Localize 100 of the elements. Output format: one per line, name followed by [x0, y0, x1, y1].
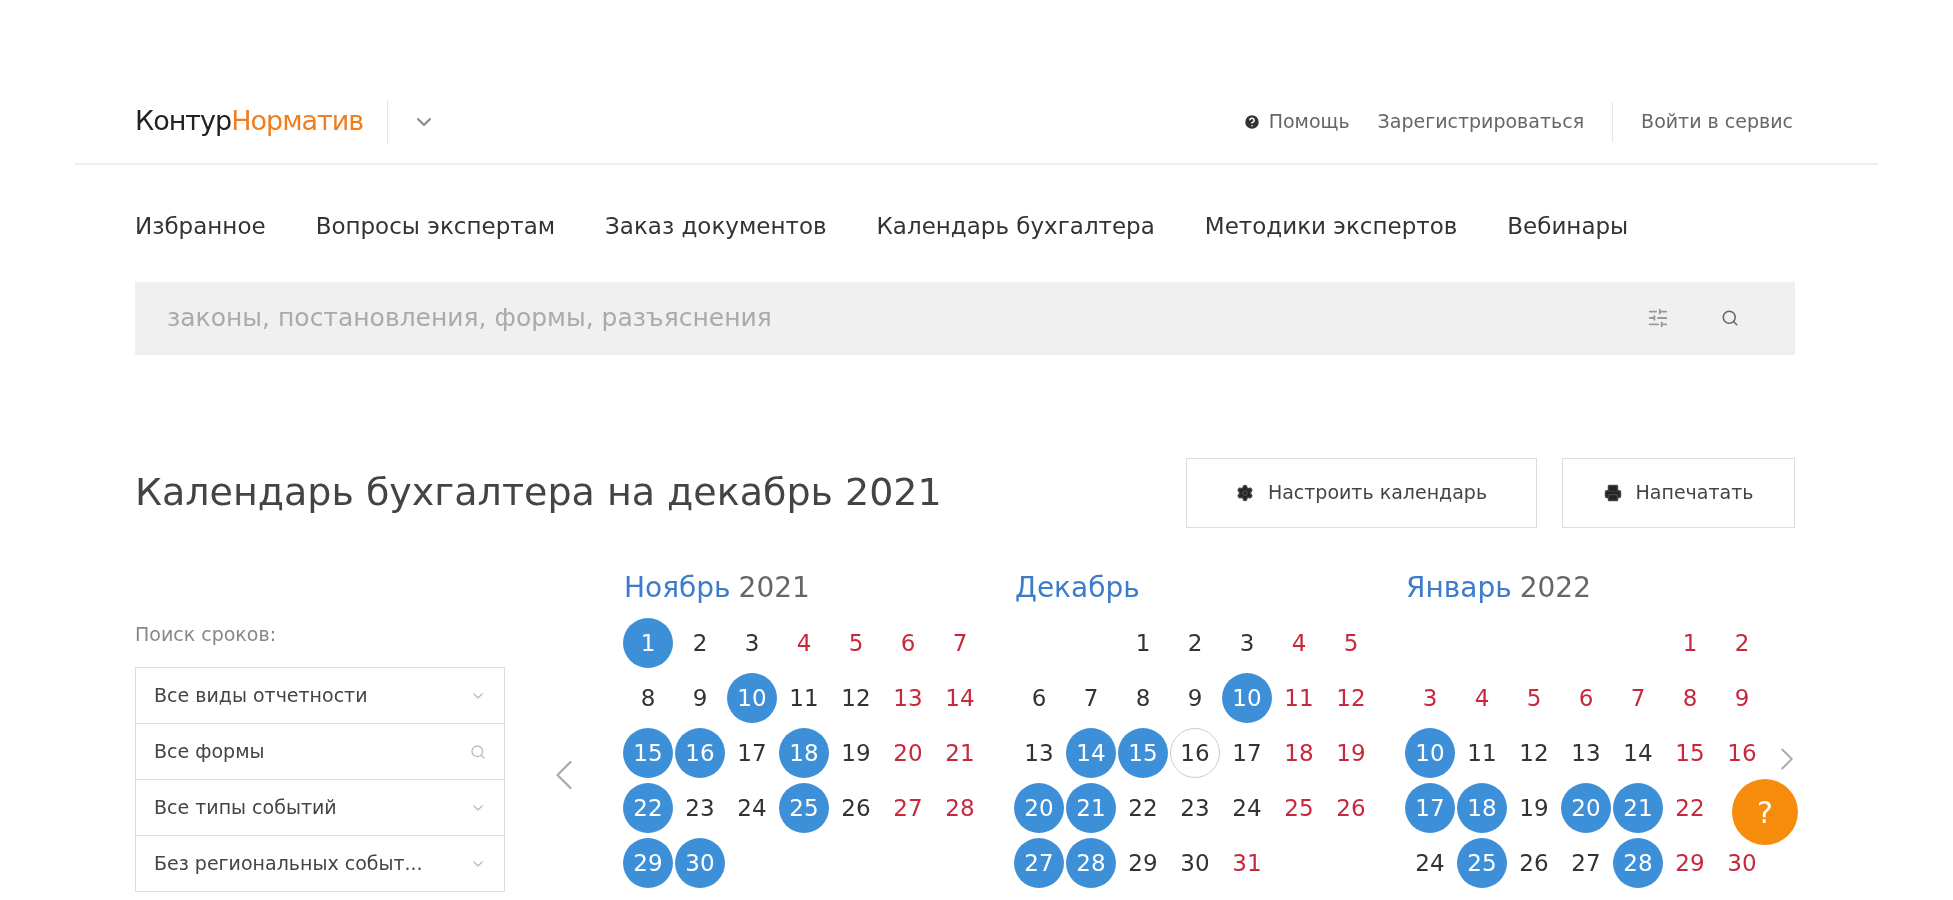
calendar-day[interactable]: 22	[1675, 794, 1705, 822]
calendar-day[interactable]: 26	[1519, 849, 1549, 877]
calendar-day[interactable]: 8	[1135, 684, 1151, 712]
calendar-day[interactable]: 11	[1284, 684, 1314, 712]
calendar-day[interactable]: 8	[1682, 684, 1698, 712]
calendar-day[interactable]: 4	[1291, 629, 1307, 657]
filter-icon[interactable]	[1647, 307, 1669, 329]
calendar-day[interactable]: 30	[1727, 849, 1757, 877]
calendar-day[interactable]: 21	[1613, 783, 1663, 833]
nav-link[interactable]: Календарь бухгалтера	[876, 209, 1155, 244]
calendar-day[interactable]: 9	[1187, 684, 1203, 712]
form-search-field[interactable]: Все формы	[135, 723, 505, 780]
help-link[interactable]: Помощь	[1242, 107, 1350, 136]
logo-text[interactable]: Контур	[135, 101, 232, 142]
calendar-day[interactable]: 25	[779, 783, 829, 833]
calendar-day[interactable]: 10	[727, 673, 777, 723]
calendar-day[interactable]: 1	[623, 618, 673, 668]
calendar-day[interactable]: 20	[1561, 783, 1611, 833]
calendar-day[interactable]: 28	[945, 794, 975, 822]
calendar-day[interactable]: 29	[1675, 849, 1705, 877]
calendar-day[interactable]: 9	[1734, 684, 1750, 712]
calendar-day[interactable]: 10	[1405, 728, 1455, 778]
calendar-day[interactable]: 1	[1135, 629, 1151, 657]
calendar-day[interactable]: 4	[796, 629, 812, 657]
calendar-day[interactable]: 3	[744, 629, 760, 657]
calendar-day[interactable]: 20	[893, 739, 923, 767]
print-button[interactable]: Напечатать	[1562, 457, 1795, 528]
calendar-day[interactable]: 13	[1024, 739, 1054, 767]
calendar-day[interactable]: 18	[1284, 739, 1314, 767]
calendar-day[interactable]: 16	[675, 728, 725, 778]
calendar-day[interactable]: 8	[640, 684, 656, 712]
nav-link[interactable]: Заказ документов	[605, 209, 827, 244]
calendar-day[interactable]: 6	[1031, 684, 1047, 712]
calendar-day[interactable]: 6	[900, 629, 916, 657]
calendar-day[interactable]: 12	[1336, 684, 1366, 712]
calendar-day[interactable]: 30	[1180, 849, 1210, 877]
calendar-day[interactable]: 22	[1128, 794, 1158, 822]
calendar-day[interactable]: 7	[952, 629, 968, 657]
calendar-day[interactable]: 29	[1128, 849, 1158, 877]
calendar-day[interactable]: 18	[779, 728, 829, 778]
calendar-day[interactable]: 13	[1571, 739, 1601, 767]
calendar-day[interactable]: 5	[1526, 684, 1542, 712]
calendar-day[interactable]: 19	[1519, 794, 1549, 822]
calendar-day[interactable]: 17	[737, 739, 767, 767]
calendar-day[interactable]: 19	[1336, 739, 1366, 767]
calendar-day[interactable]: 12	[841, 684, 871, 712]
calendar-day[interactable]: 12	[1519, 739, 1549, 767]
calendar-day[interactable]: 3	[1422, 684, 1438, 712]
calendar-day[interactable]: 20	[1014, 783, 1064, 833]
calendar-day[interactable]: 15	[1675, 739, 1705, 767]
calendar-day[interactable]: 23	[685, 794, 715, 822]
search-icon[interactable]	[1721, 309, 1739, 327]
calendar-day[interactable]: 4	[1474, 684, 1490, 712]
calendar-day[interactable]: 5	[1343, 629, 1359, 657]
month-name[interactable]: Декабрь	[1015, 567, 1140, 608]
calendar-day[interactable]: 31	[1232, 849, 1262, 877]
calendar-day[interactable]: 18	[1457, 783, 1507, 833]
calendar-settings-button[interactable]: Настроить календарь	[1186, 457, 1537, 528]
calendar-day[interactable]: 26	[841, 794, 871, 822]
register-link[interactable]: Зарегистрироваться	[1377, 107, 1585, 136]
calendar-day[interactable]: 19	[841, 739, 871, 767]
calendar-day[interactable]: 7	[1630, 684, 1646, 712]
calendar-day[interactable]: 14	[945, 684, 975, 712]
calendar-day[interactable]: 15	[623, 728, 673, 778]
calendar-day[interactable]: 25	[1457, 838, 1507, 888]
calendar-day[interactable]: 26	[1336, 794, 1366, 822]
dropdown[interactable]: Без региональных событ...	[135, 835, 505, 892]
calendar-day[interactable]: 2	[692, 629, 708, 657]
calendar-day[interactable]: 11	[789, 684, 819, 712]
calendar-day[interactable]: 24	[1415, 849, 1445, 877]
month-name[interactable]: Январь	[1406, 567, 1512, 608]
search-box[interactable]: законы, постановления, формы, разъяснения	[135, 281, 1795, 355]
login-link[interactable]: Войти в сервис	[1641, 107, 1793, 136]
calendar-day[interactable]: 29	[623, 838, 673, 888]
dropdown[interactable]: Все типы событий	[135, 779, 505, 836]
calendar-day[interactable]: 5	[848, 629, 864, 657]
calendar-day[interactable]: 30	[675, 838, 725, 888]
calendar-day[interactable]: 16	[1727, 739, 1757, 767]
calendar-day[interactable]: 23	[1180, 794, 1210, 822]
calendar-day[interactable]: 14	[1623, 739, 1653, 767]
calendar-day[interactable]: 11	[1467, 739, 1497, 767]
calendar-day[interactable]: 9	[692, 684, 708, 712]
calendar-day[interactable]: 27	[1571, 849, 1601, 877]
calendar-day[interactable]: 21	[1066, 783, 1116, 833]
calendar-day[interactable]: 27	[893, 794, 923, 822]
calendar-day[interactable]: 22	[623, 783, 673, 833]
calendar-day[interactable]: 28	[1066, 838, 1116, 888]
calendar-day[interactable]: 21	[945, 739, 975, 767]
calendar-day[interactable]: 25	[1284, 794, 1314, 822]
calendar-day[interactable]: 24	[1232, 794, 1262, 822]
nav-link[interactable]: Методики экспертов	[1204, 209, 1458, 244]
nav-link[interactable]: Избранное	[135, 209, 266, 244]
calendar-day[interactable]: 15	[1118, 728, 1168, 778]
calendar-day[interactable]: 16	[1170, 728, 1220, 778]
calendar-day[interactable]: 3	[1239, 629, 1255, 657]
calendar-day[interactable]: 24	[737, 794, 767, 822]
calendar-day[interactable]: 6	[1578, 684, 1594, 712]
calendar-day[interactable]: 13	[893, 684, 923, 712]
calendar-day[interactable]: 17	[1405, 783, 1455, 833]
calendar-day[interactable]: 2	[1187, 629, 1203, 657]
